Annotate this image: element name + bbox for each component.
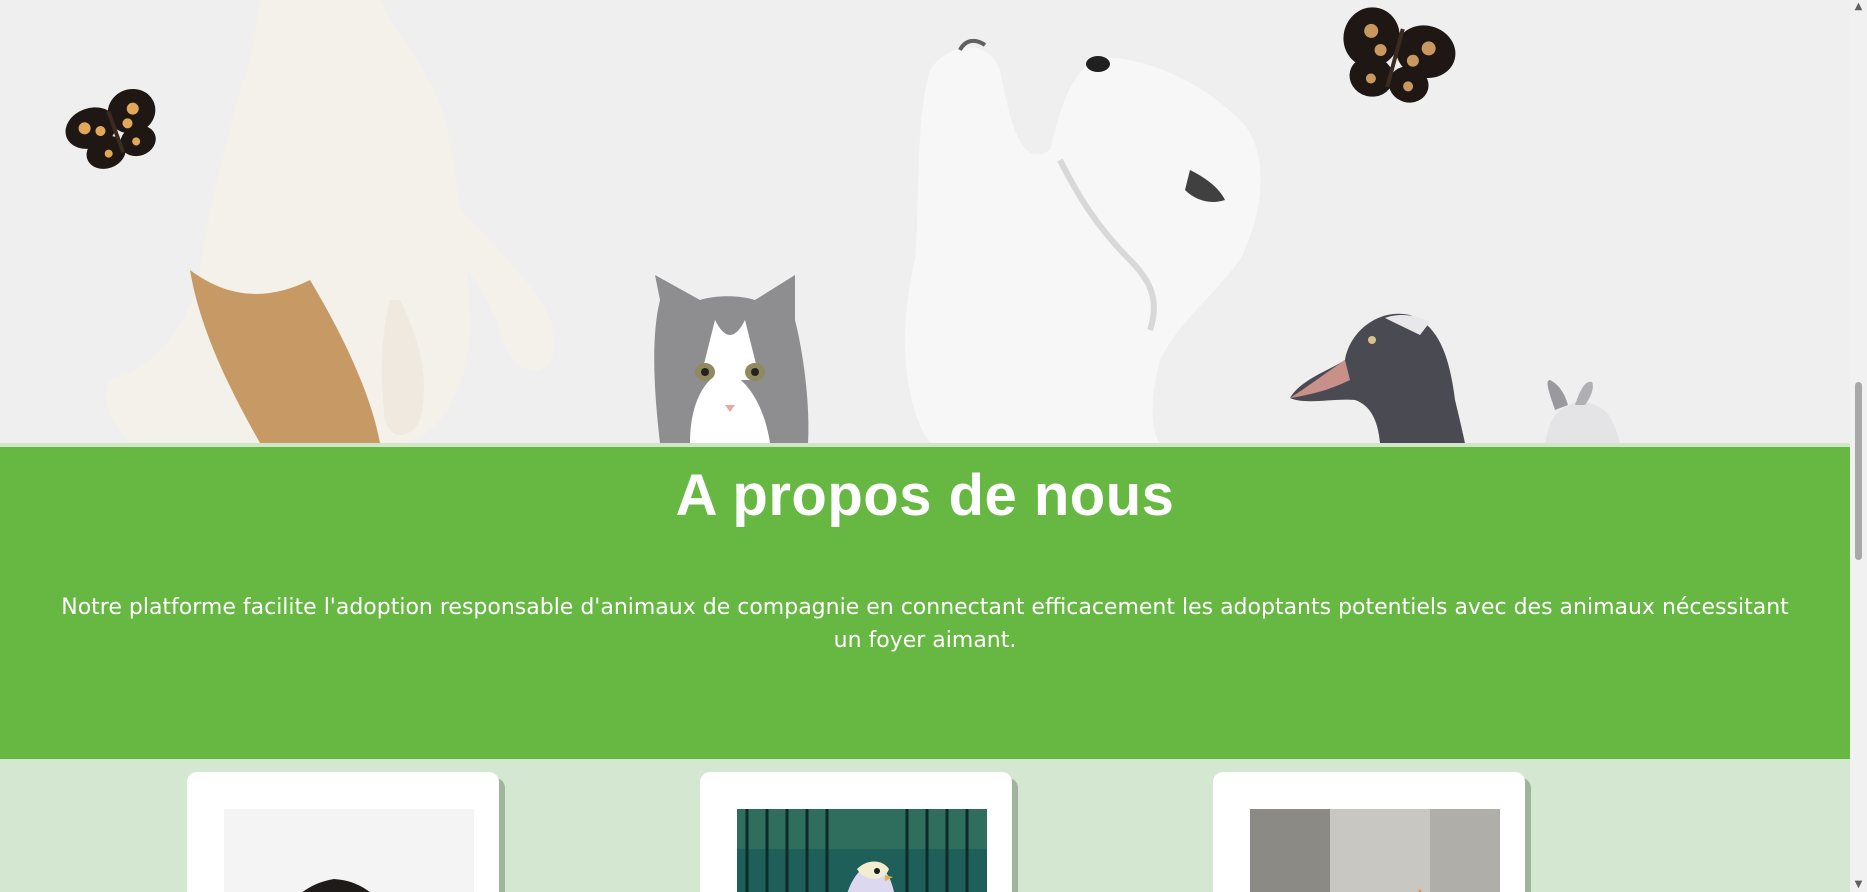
chevron-down-icon[interactable]: ▼ [1850, 878, 1867, 892]
cat-image [654, 275, 809, 443]
chevron-up-icon[interactable]: ▲ [1850, 0, 1867, 14]
about-title: A propos de nous [675, 463, 1175, 528]
cat-photo[interactable] [1250, 809, 1500, 892]
duck-image [1290, 313, 1465, 443]
dog-photo[interactable] [224, 809, 474, 892]
pet-card-bird[interactable] [700, 772, 1012, 892]
rabbit-image [1545, 380, 1620, 443]
pet-card-cat[interactable] [1213, 772, 1525, 892]
page-scrollbar[interactable]: ▲ ▼ [1850, 0, 1867, 892]
hero-image [65, 0, 1620, 443]
about-description: Notre platforme facilite l'adoption resp… [61, 595, 1789, 653]
dog-white-image [905, 38, 1261, 443]
butterfly-left-icon [65, 88, 156, 169]
parakeet-photo[interactable] [737, 809, 987, 892]
butterfly-right-icon [1343, 7, 1456, 103]
pet-card-dog[interactable] [187, 772, 499, 892]
page: A propos de nous Notre platforme facilit… [0, 0, 1850, 892]
about-section: A propos de nous Notre platforme facilit… [0, 447, 1850, 759]
pets-cards-section [0, 759, 1850, 892]
scrollbar-thumb[interactable] [1855, 382, 1862, 560]
dog-left-image [106, 0, 555, 443]
hero-banner [0, 0, 1850, 447]
